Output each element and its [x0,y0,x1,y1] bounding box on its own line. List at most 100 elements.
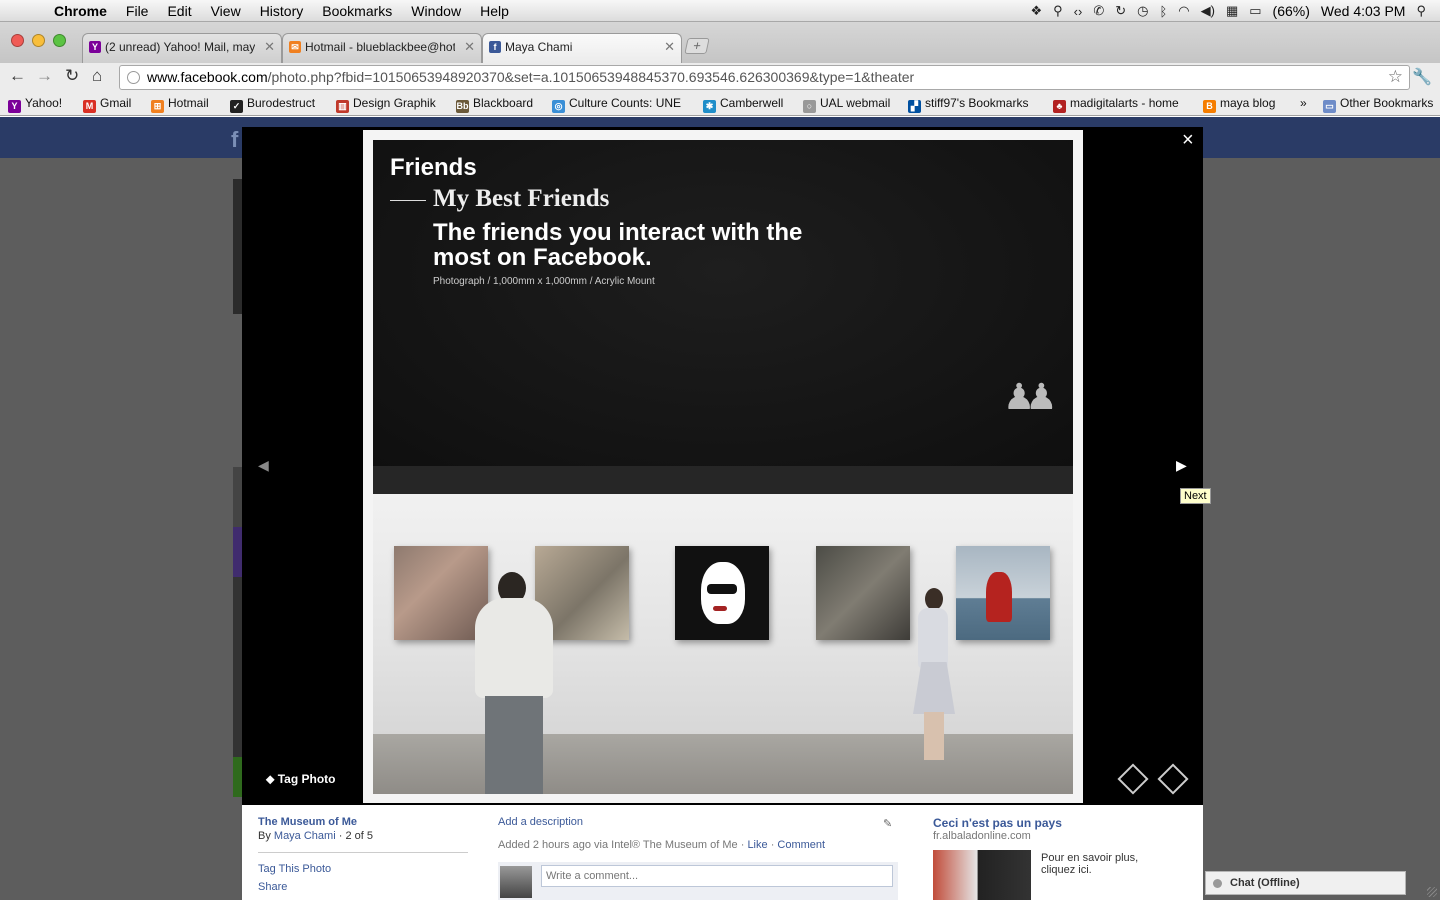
facebook-icon: f [489,41,501,53]
dropbox-icon[interactable]: ❖ [1030,3,1042,19]
app-menu: Chrome File Edit View History Bookmarks … [54,3,528,19]
menu-chrome[interactable]: Chrome [54,3,107,19]
bookmark-maya-blog[interactable]: Bmaya blog [1203,96,1275,113]
background-thumb [233,577,242,757]
reload-icon[interactable]: ↻ [65,66,79,86]
burodestruct-icon: ✓ [230,100,243,113]
new-tab-button[interactable]: + [684,38,710,54]
album-title[interactable]: The Museum of Me [258,816,373,828]
tag-photo-button[interactable]: ⬥ Tag Photo [266,772,336,787]
forward-icon[interactable]: → [36,66,53,86]
bookmark-design-graphik[interactable]: ▥ Design Graphik [336,96,436,113]
tab-yahoo-mail[interactable]: Y (2 unread) Yahoo! Mail, maya ✕ [82,33,282,63]
menu-help[interactable]: Help [480,3,509,19]
tag-this-photo-link[interactable]: Tag This Photo [258,863,331,875]
antenna-icon[interactable]: ⚲ [1053,3,1063,19]
bookmark-madigitalarts[interactable]: ♣ madigitalarts - home [1053,96,1179,113]
bookmark-label: Gmail [100,96,132,110]
author-link[interactable]: Maya Chami [274,830,336,842]
photo-image[interactable]: Friends My Best Friends The friends you … [373,140,1073,794]
ad-title[interactable]: Ceci n'est pas un pays [933,816,1062,830]
album-info: The Museum of Me By Maya Chami · 2 of 5 [258,816,373,842]
bookmark-burodestruct[interactable]: ✓ Burodestruct [230,96,315,113]
like-link[interactable]: Like [747,839,767,851]
wrench-icon[interactable]: 🔧 [1412,67,1432,87]
bookmark-label: Hotmail [168,96,209,110]
delicious-icon: ▞ [908,100,921,113]
menu-edit[interactable]: Edit [167,3,191,19]
bookmark-label: Burodestruct [247,96,316,110]
ad-image[interactable] [933,850,1031,900]
rotate-right-icon[interactable] [1157,763,1189,795]
bookmark-blackboard[interactable]: Bb Blackboard [456,96,533,113]
tab-maya-chami[interactable]: f Maya Chami ✕ [482,33,682,63]
info-divider [258,852,468,853]
close-tab-icon[interactable]: ✕ [464,39,475,55]
comment-input[interactable]: Write a comment... [541,865,893,887]
menu-window[interactable]: Window [411,3,461,19]
code-icon[interactable]: ‹› [1074,4,1083,19]
menu-history[interactable]: History [260,3,304,19]
wifi-icon[interactable]: ◠ [1178,3,1189,19]
ad-text[interactable]: Pour en savoir plus, cliquez ici. [1041,852,1171,876]
clock[interactable]: Wed 4:03 PM [1321,3,1406,19]
next-photo-button[interactable]: ▶ [1176,457,1187,474]
bookmark-yahoo[interactable]: Y Yahoo! [8,96,62,113]
windows-icon: ⊞ [151,100,164,113]
visitor-man-body [475,598,553,698]
visitor-woman-head [925,588,943,610]
bluetooth-icon[interactable]: ᛒ [1159,4,1167,19]
sunglasses-shape [707,584,737,594]
spotlight-icon[interactable]: ⚲ [1416,3,1426,19]
edit-pencil-icon[interactable]: ✎ [883,817,892,830]
menu-file[interactable]: File [126,3,149,19]
tab-hotmail[interactable]: ✉ Hotmail - blueblackbee@hot ✕ [282,33,482,63]
back-icon[interactable]: ← [9,66,26,86]
address-bar[interactable]: www.facebook.com/photo.php?fbid=10150653… [119,65,1410,90]
close-tab-icon[interactable]: ✕ [664,39,675,55]
visitor-woman-body [918,608,948,668]
asterisk-icon: ✱ [703,100,716,113]
share-link[interactable]: Share [258,881,331,893]
time-machine-icon[interactable]: ◷ [1137,3,1148,19]
close-theater-button[interactable]: × [1182,129,1194,152]
phone-icon[interactable]: ✆ [1093,3,1104,19]
bookmark-ual-webmail[interactable]: ○ UAL webmail [803,96,890,113]
bookmarks-overflow-button[interactable]: » [1300,96,1307,110]
rotate-left-icon[interactable] [1117,763,1149,795]
close-window-button[interactable] [11,34,24,47]
hotmail-icon: ✉ [289,41,301,53]
comment-link[interactable]: Comment [777,839,825,851]
bookmark-camberwell[interactable]: ✱ Camberwell [703,96,783,113]
flag-uk-icon[interactable]: ▦ [1226,3,1238,19]
visitor-woman-legs [924,712,944,760]
bookmark-star-icon[interactable]: ☆ [1388,67,1403,87]
background-cover [233,179,242,314]
previous-photo-button[interactable]: ◀ [258,457,269,474]
facebook-logo-icon[interactable]: f [231,127,238,153]
add-description-link[interactable]: Add a description [498,816,825,828]
battery-icon[interactable]: ▭ [1249,3,1261,19]
strawberry-icon: ♣ [1053,100,1066,113]
volume-icon[interactable]: ◀) [1201,3,1215,19]
bookmark-other-bookmarks[interactable]: ▭ Other Bookmarks [1323,96,1433,113]
photo-headline: The friends you interact with the most o… [433,219,803,271]
zoom-window-button[interactable] [53,34,66,47]
menu-bookmarks[interactable]: Bookmarks [322,3,392,19]
yahoo-icon: Y [89,41,101,53]
chat-bar[interactable]: Chat (Offline) [1205,871,1406,895]
globe-icon: ○ [803,100,816,113]
bookmark-gmail[interactable]: M Gmail [83,96,131,113]
bookmark-hotmail[interactable]: ⊞ Hotmail [151,96,209,113]
resize-handle-icon[interactable] [1427,887,1437,897]
close-tab-icon[interactable]: ✕ [264,39,275,55]
bookmark-label: Yahoo! [25,96,63,110]
photo-rule [390,200,426,201]
bookmark-culture-counts[interactable]: ◎ Culture Counts: UNE [552,96,686,113]
menu-view[interactable]: View [211,3,241,19]
minimize-window-button[interactable] [32,34,45,47]
home-icon[interactable]: ⌂ [92,66,102,86]
bookmark-stiff97[interactable]: ▞ stiff97's Bookmarks [908,96,1028,113]
sync-icon[interactable]: ↻ [1115,3,1126,19]
bookmark-label: maya blog [1220,96,1276,110]
